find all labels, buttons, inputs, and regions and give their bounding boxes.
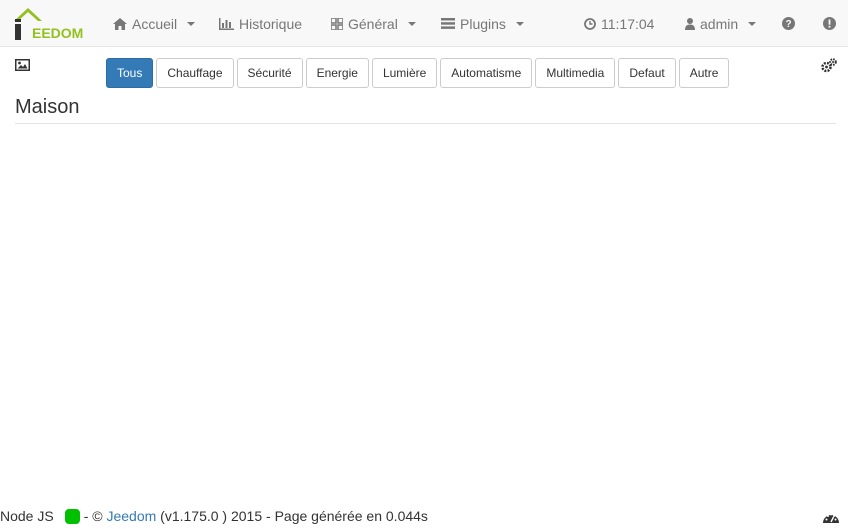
footer: Node JS - © Jeedom (v1.175.0 ) 2015 - Pa… (0, 507, 428, 525)
title-divider (15, 123, 836, 124)
footer-copyright: - © (83, 508, 103, 524)
nav-user-menu[interactable]: admin (685, 0, 757, 47)
question-icon: ? (782, 17, 795, 30)
page-title: Maison (15, 96, 80, 118)
nav-user-label: admin (700, 15, 739, 32)
nav-plugins-label: Plugins (460, 15, 506, 32)
clock-display: 11:17:04 (584, 0, 654, 47)
grid-icon (331, 17, 343, 30)
nav-historique-label: Historique (239, 15, 303, 32)
filter-button-chauffage[interactable]: Chauffage (156, 58, 234, 88)
settings-button[interactable] (821, 58, 837, 78)
filter-button-tous[interactable]: Tous (106, 58, 154, 88)
list-icon (441, 18, 455, 29)
footer-version: (v1.175.0 ) 2015 - Page générée en 0.044… (160, 508, 428, 524)
filter-button-multimedia[interactable]: Multimedia (535, 58, 616, 88)
nav-general-label: Général (348, 15, 398, 32)
clock-time: 11:17:04 (601, 15, 655, 32)
jeedom-link[interactable]: Jeedom (106, 508, 156, 524)
nav-accueil[interactable]: Accueil (113, 0, 196, 47)
node-js-label: Node JS (0, 508, 54, 524)
filter-button-defaut[interactable]: Defaut (618, 58, 676, 88)
user-icon (685, 17, 695, 30)
nav-historique[interactable]: Historique (219, 0, 302, 47)
dashboard-button[interactable] (822, 510, 840, 529)
picture-toggle-button[interactable] (15, 58, 30, 76)
filter-button-lumiere[interactable]: Lumière (371, 58, 438, 88)
chevron-down-icon (187, 21, 196, 26)
top-navbar: EEDOM Accueil Historique Général Plugins… (0, 0, 848, 47)
exclamation-icon (823, 17, 836, 30)
alert-button[interactable] (823, 0, 836, 47)
picture-icon (15, 59, 30, 71)
node-status-indicator (64, 508, 80, 524)
nav-general[interactable]: Général (331, 0, 416, 47)
nav-accueil-label: Accueil (132, 15, 178, 32)
jeedom-logo[interactable]: EEDOM (12, 7, 87, 41)
logo-text: EEDOM (32, 25, 84, 41)
category-filter-group: Tous Chauffage Sécurité Energie Lumière Autom… (106, 58, 730, 88)
cogs-icon (821, 58, 837, 73)
chevron-down-icon (748, 21, 757, 26)
filter-button-energie[interactable]: Energie (305, 58, 369, 88)
chevron-down-icon (515, 21, 524, 26)
home-icon (113, 17, 127, 30)
clock-icon (584, 17, 596, 30)
filter-button-autre[interactable]: Autre (678, 58, 730, 88)
filter-button-securite[interactable]: Sécurité (236, 58, 303, 88)
dashboard-icon (823, 513, 839, 523)
svg-text:?: ? (785, 19, 791, 30)
nav-plugins[interactable]: Plugins (441, 0, 524, 47)
bar-chart-icon (219, 17, 234, 30)
chevron-down-icon (407, 21, 416, 26)
filter-button-automatisme[interactable]: Automatisme (440, 58, 533, 88)
help-button[interactable]: ? (782, 0, 795, 47)
